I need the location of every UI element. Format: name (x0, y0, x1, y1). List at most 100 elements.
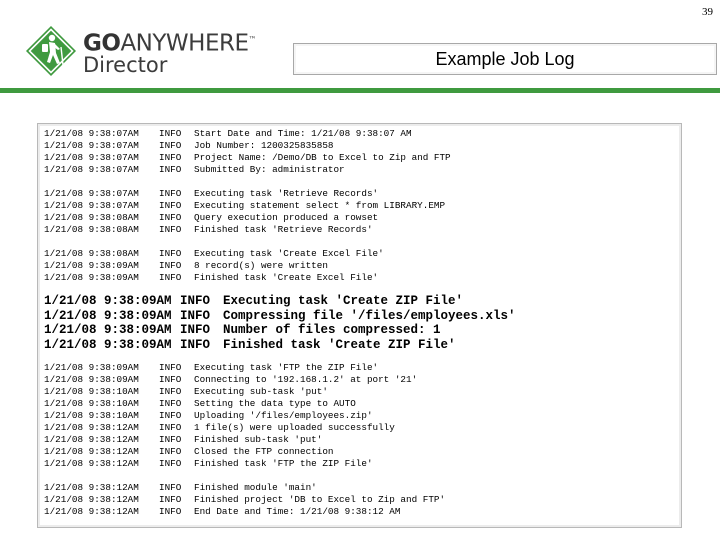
log-timestamp: 1/21/08 9:38:09AM (44, 362, 139, 373)
log-entry: 1/21/08 9:38:12AM INFO Finished project 'D… (44, 494, 516, 506)
log-timestamp: 1/21/08 9:38:08AM (44, 248, 139, 259)
log-level: INFO (159, 200, 182, 211)
log-entry: 1/21/08 9:38:09AM INFO Compressing file '/… (44, 309, 516, 324)
log-level: INFO (159, 164, 182, 175)
log-message: Project Name: /Demo/DB to Excel to Zip a… (194, 152, 451, 163)
log-level: INFO (159, 188, 182, 199)
log-level: INFO (159, 386, 182, 397)
log-timestamp: 1/21/08 9:38:10AM (44, 386, 139, 397)
log-timestamp: 1/21/08 9:38:12AM (44, 422, 139, 433)
log-timestamp: 1/21/08 9:38:10AM (44, 398, 139, 409)
log-level: INFO (159, 422, 182, 433)
log-entry: 1/21/08 9:38:07AM INFO Start Date and Time… (44, 128, 516, 140)
log-entry: 1/21/08 9:38:10AM INFO Executing sub-task … (44, 386, 516, 398)
log-entry: 1/21/08 9:38:09AM INFO 8 record(s) were wr… (44, 260, 516, 272)
log-timestamp: 1/21/08 9:38:09AM (44, 260, 139, 271)
log-entry: 1/21/08 9:38:07AM INFO Job Number: 1200325… (44, 140, 516, 152)
log-message: Finished task 'Retrieve Records' (194, 224, 373, 235)
log-timestamp: 1/21/08 9:38:07AM (44, 188, 139, 199)
log-message: Finished project 'DB to Excel to Zip and… (194, 494, 446, 505)
job-log-content: 1/21/08 9:38:07AM INFO Start Date and Time… (44, 128, 516, 530)
log-timestamp: 1/21/08 9:38:09AM (44, 294, 172, 308)
log-entry: 1/21/08 9:38:07AM INFO Executing task 'Ret… (44, 188, 516, 200)
log-entry: 1/21/08 9:38:09AM INFO Number of files com… (44, 323, 516, 338)
log-entry: 1/21/08 9:38:07AM INFO Submitted By: admin… (44, 164, 516, 176)
log-level: INFO (159, 260, 182, 271)
log-level: INFO (159, 248, 182, 259)
log-message: Finished task 'Create ZIP File' (223, 337, 456, 352)
log-timestamp: 1/21/08 9:38:07AM (44, 140, 139, 151)
log-level: INFO (159, 458, 182, 469)
log-entry: 1/21/08 9:38:08AM INFO Executing task 'Cre… (44, 248, 516, 260)
log-message: 8 record(s) were written (194, 260, 328, 271)
log-timestamp: 1/21/08 9:38:07AM (44, 200, 139, 211)
log-timestamp: 1/21/08 9:38:12AM (44, 434, 139, 445)
log-level: INFO (159, 482, 182, 493)
log-message: Query execution produced a rowset (194, 212, 379, 223)
log-message: Job Number: 1200325835858 (194, 140, 334, 151)
log-timestamp: 1/21/08 9:38:10AM (44, 410, 139, 421)
log-level: INFO (180, 337, 211, 352)
log-message: Submitted By: administrator (194, 164, 345, 175)
log-message: Finished task 'FTP the ZIP File' (194, 458, 373, 469)
log-message: Setting the data type to AUTO (194, 398, 356, 409)
log-level: INFO (159, 152, 182, 163)
log-entry: 1/21/08 9:38:09AM INFO Executing task 'FTP… (44, 362, 516, 374)
log-message: Connecting to '192.168.1.2' at port '21' (194, 374, 418, 385)
log-timestamp: 1/21/08 9:38:12AM (44, 446, 139, 457)
log-entry: 1/21/08 9:38:12AM INFO Finished sub-task '… (44, 434, 516, 446)
log-timestamp: 1/21/08 9:38:07AM (44, 152, 139, 163)
log-message: Executing sub-task 'put' (194, 386, 328, 397)
log-timestamp: 1/21/08 9:38:12AM (44, 506, 139, 517)
header-divider (0, 88, 720, 93)
logo-product-name: Director (83, 53, 168, 77)
log-message: Finished module 'main' (194, 482, 317, 493)
log-block: 1/21/08 9:38:12AM INFO Finished module 'ma… (44, 482, 516, 518)
log-entry: 1/21/08 9:38:12AM INFO Closed the FTP conn… (44, 446, 516, 458)
log-timestamp: 1/21/08 9:38:08AM (44, 212, 139, 223)
log-level: INFO (159, 212, 182, 223)
log-level: INFO (159, 374, 182, 385)
hiker-diamond-icon (26, 26, 76, 76)
log-message: Number of files compressed: 1 (223, 323, 441, 337)
log-message: Executing task 'Retrieve Records' (194, 188, 379, 199)
log-timestamp: 1/21/08 9:38:07AM (44, 164, 139, 175)
log-level: INFO (159, 446, 182, 457)
log-message: End Date and Time: 1/21/08 9:38:12 AM (194, 506, 401, 517)
job-log-panel: 1/21/08 9:38:07AM INFO Start Date and Time… (37, 123, 682, 528)
log-timestamp: 1/21/08 9:38:12AM (44, 482, 139, 493)
log-level: INFO (180, 323, 211, 337)
log-level: INFO (159, 398, 182, 409)
log-timestamp: 1/21/08 9:38:08AM (44, 224, 139, 235)
page-number: 39 (702, 6, 713, 18)
log-entry: 1/21/08 9:38:08AM INFO Query execution pro… (44, 212, 516, 224)
log-entry: 1/21/08 9:38:09AM INFO Connecting to '192.… (44, 374, 516, 386)
log-message: Compressing file '/files/employees.xls' (223, 308, 516, 323)
log-level: INFO (159, 224, 182, 235)
log-entry: 1/21/08 9:38:09AM INFO Finished task 'Crea… (44, 338, 516, 353)
log-level: INFO (159, 128, 182, 139)
log-block: 1/21/08 9:38:07AM INFO Start Date and Time… (44, 128, 516, 176)
log-entry: 1/21/08 9:38:12AM INFO Finished module 'ma… (44, 482, 516, 494)
log-level: INFO (159, 362, 182, 373)
log-entry: 1/21/08 9:38:10AM INFO Setting the data ty… (44, 398, 516, 410)
log-message: Executing task 'Create ZIP File' (223, 294, 464, 308)
log-message: Start Date and Time: 1/21/08 9:38:07 AM (194, 128, 412, 139)
log-message: 1 file(s) were uploaded successfully (194, 422, 395, 433)
log-entry: 1/21/08 9:38:12AM INFO End Date and Time: … (44, 506, 516, 518)
log-timestamp: 1/21/08 9:38:09AM (44, 323, 172, 337)
log-timestamp: 1/21/08 9:38:07AM (44, 128, 139, 139)
log-entry: 1/21/08 9:38:10AM INFO Uploading '/files/e… (44, 410, 516, 422)
goanywhere-logo: GOANYWHERE™ Director (25, 25, 285, 83)
log-message: Closed the FTP connection (194, 446, 334, 457)
log-message: Executing statement select * from LIBRAR… (194, 200, 446, 211)
log-message: Executing task 'Create Excel File' (194, 248, 384, 259)
log-level: INFO (159, 434, 182, 445)
log-timestamp: 1/21/08 9:38:09AM (44, 374, 139, 385)
log-block: 1/21/08 9:38:09AM INFO Executing task 'FTP… (44, 362, 516, 470)
log-level: INFO (159, 140, 182, 151)
page-title: Example Job Log (293, 43, 717, 75)
log-block: 1/21/08 9:38:07AM INFO Executing task 'Ret… (44, 188, 516, 236)
log-level: INFO (159, 506, 182, 517)
log-level: INFO (159, 272, 182, 283)
